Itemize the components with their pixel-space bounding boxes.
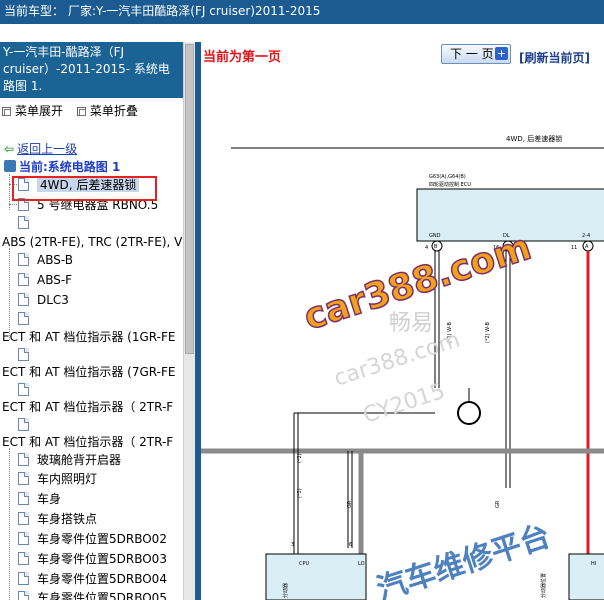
watermark-year: CY2015: [360, 379, 448, 429]
tree-item[interactable]: [18, 346, 37, 364]
refresh-page-link[interactable]: [刷新当前页]: [519, 49, 590, 66]
ecu-ref: G63(A),G64(B): [429, 174, 466, 180]
tree-folder[interactable]: ECT 和 AT 档位指示器（ 2TR-F: [2, 398, 173, 416]
tree-folder[interactable]: ECT 和 AT 档位指示器 (7GR-FE: [2, 363, 175, 381]
menu-expand-button[interactable]: 菜单展开: [15, 104, 63, 118]
watermark-grey: car388.com: [331, 328, 463, 392]
pin-24-conn: A: [585, 244, 589, 250]
circuit-diagram: 4WD, 后差速器锁 G63(A),G64(B) 四轮驱动控制 ECU GND …: [201, 68, 604, 600]
plus-icon: +: [495, 47, 508, 60]
left-header: Y-一汽丰田-酷路泽（FJ cruiser）-2011-2015- 系统电路图 …: [0, 42, 183, 98]
document-icon: [18, 348, 29, 361]
document-icon: [18, 492, 29, 505]
wire-label-6: GR: [495, 500, 501, 508]
tree-item[interactable]: [18, 214, 37, 232]
circuit-diagram-svg: 4WD, 后差速器锁 G63(A),G64(B) 四轮驱动控制 ECU GND …: [201, 134, 604, 600]
document-icon: [18, 253, 29, 266]
window-title-bar: 当前车型： 厂家:Y-一汽丰田酷路泽(FJ cruiser)2011-2015: [0, 0, 604, 24]
page-toolbar: 当前为第一页 下 一 页 + [刷新当前页]: [201, 42, 604, 68]
cpu-label: CPU: [299, 561, 310, 567]
pin-24-label: 2-4: [582, 233, 590, 239]
document-icon: [18, 453, 29, 466]
tree-item[interactable]: 玻璃舱背开启器: [18, 451, 121, 469]
tree-folder[interactable]: ECT 和 AT 档位指示器 (1GR-FE: [2, 328, 175, 346]
tree-item[interactable]: 车身: [18, 490, 61, 508]
pin-3-label: 3: [291, 542, 294, 548]
document-icon: [18, 472, 29, 485]
tree-folder[interactable]: ABS (2TR-FE), TRC (2TR-FE), V: [2, 233, 182, 251]
car-model-label: 当前车型：: [4, 4, 65, 18]
menu-controls: 菜单展开 菜单折叠: [2, 102, 184, 120]
pin-gnd-number: 4: [425, 245, 428, 251]
tree-connector: [9, 448, 10, 600]
tree-item[interactable]: ABS-F: [18, 271, 72, 289]
document-icon: [18, 418, 29, 431]
document-icon: [18, 532, 29, 545]
document-icon: [18, 572, 29, 585]
watermark-text: 畅易: [389, 311, 433, 336]
junction-circle: [457, 401, 481, 425]
document-icon: [18, 312, 29, 325]
hi-label: HI: [591, 561, 596, 567]
document-icon: [18, 383, 29, 396]
diagram-title: 4WD, 后差速器锁: [506, 134, 562, 143]
menu-collapse-button[interactable]: 菜单折叠: [90, 104, 138, 118]
document-icon: [18, 552, 29, 565]
collapse-icon[interactable]: [76, 107, 86, 116]
document-icon: [18, 591, 29, 600]
pin-gnd-label: GND: [429, 233, 441, 239]
expand-icon[interactable]: [2, 107, 11, 116]
tree-item[interactable]: [18, 310, 37, 328]
tree-item[interactable]: 车身零件位置5DRBO03: [18, 550, 167, 568]
document-icon: [18, 293, 29, 306]
back-arrow-icon: ⇦: [4, 142, 15, 156]
document-icon: [18, 512, 29, 525]
document-icon: [18, 216, 29, 229]
tree-folder[interactable]: ECT 和 AT 档位指示器（ 2TR-F: [2, 433, 173, 451]
next-page-button[interactable]: 下 一 页 +: [441, 44, 511, 64]
book-icon: [4, 160, 16, 172]
wire-label-2: (*2) W-B: [485, 321, 491, 343]
pin-6-label: 6: [349, 542, 352, 548]
transfer-switch-box: [265, 553, 367, 600]
vertical-text-1: 分动器: [282, 583, 289, 598]
menu-tree: ⇦ 返回上一级 当前:系统电路图 1 4WD, 后差速器锁 5 号继电器盒 RBN…: [0, 138, 183, 600]
tree-connector: [9, 248, 10, 340]
pin-gnd-conn: B: [434, 244, 438, 250]
right-component-box: [568, 553, 604, 600]
current-node: 当前:系统电路图 1: [4, 158, 120, 176]
back-link[interactable]: ⇦ 返回上一级: [4, 140, 77, 158]
page-indicator: 当前为第一页: [203, 50, 282, 65]
tree-item[interactable]: DLC3: [18, 291, 69, 309]
vertical-text-2: 分动器位置: [540, 573, 547, 598]
ecu-name: 四轮驱动控制 ECU: [429, 181, 471, 188]
watermark-platform: 汽车维修平台: [373, 519, 555, 600]
car-model-value: 厂家:Y-一汽丰田酷路泽(FJ cruiser)2011-2015: [68, 4, 321, 18]
scrollbar-thumb[interactable]: [185, 44, 194, 354]
tree-item[interactable]: [18, 381, 37, 399]
tree-item[interactable]: 车身零件位置5DRBO05: [18, 589, 167, 600]
tree-item[interactable]: 车身搭铁点: [18, 510, 97, 528]
lo-label: LO: [358, 561, 365, 567]
tree-item[interactable]: ABS-B: [18, 251, 73, 269]
left-scrollbar[interactable]: [183, 42, 195, 600]
tree-item[interactable]: 车身零件位置5DRBO04: [18, 570, 167, 588]
tree-item[interactable]: 车内照明灯: [18, 470, 97, 488]
tree-item[interactable]: 车身零件位置5DRBO02: [18, 530, 167, 548]
tree-item[interactable]: [18, 416, 37, 434]
tree-connector: [9, 204, 17, 205]
pin-24-number: 11: [571, 245, 577, 251]
title-gap: [0, 24, 604, 42]
document-icon: [18, 273, 29, 286]
selection-highlight-box: [12, 176, 157, 201]
left-panel: Y-一汽丰田-酷路泽（FJ cruiser）-2011-2015- 系统电路图 …: [0, 42, 195, 600]
